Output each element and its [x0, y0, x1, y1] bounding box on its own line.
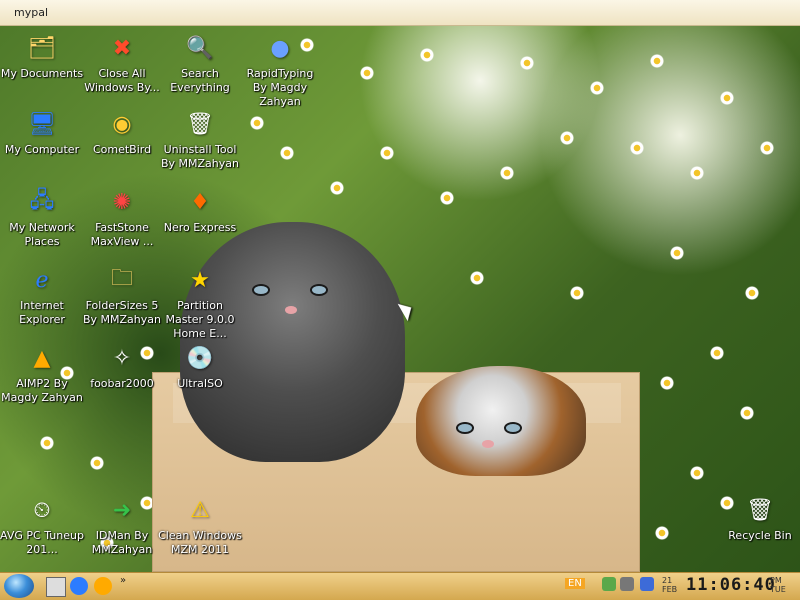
idm-icon: ➜	[112, 497, 132, 523]
search-document-icon: 🔍	[186, 35, 214, 61]
clock-date: 21 FEB	[662, 576, 677, 594]
clock-ampm-label: PM	[770, 576, 782, 585]
network-icon: 🖧	[29, 188, 55, 213]
desktop-icon-ultraiso[interactable]: 💿 UltraISO	[158, 340, 242, 391]
nero-icon: ♦	[190, 189, 210, 215]
system-tray-icon-3[interactable]	[640, 577, 654, 591]
desktop-icon-my-documents[interactable]: 🗂 My Documents	[0, 30, 84, 81]
clock-weekday: TUE	[770, 585, 786, 594]
partition-master-icon: ★	[190, 267, 210, 293]
quicklaunch-overflow-chevron[interactable]: »	[120, 575, 126, 586]
desktop-icon-avg-pc-tuneup[interactable]: ⏲ AVG PC Tuneup 201...	[0, 492, 84, 557]
desktop-icon-search-everything[interactable]: 🔍 Search Everything	[158, 30, 242, 95]
start-button[interactable]	[4, 574, 34, 598]
window-title: mypal	[14, 6, 49, 19]
trash-bin-icon: 🗑	[186, 111, 214, 137]
desktop-icon-aimp2[interactable]: ▲ AIMP2 By Magdy Zahyan	[0, 340, 84, 405]
desktop-icon-close-all-windows[interactable]: ✖ Close All Windows By...	[80, 30, 164, 95]
clock-day: 21	[662, 576, 673, 585]
desktop-icon-nero-express[interactable]: ♦ Nero Express	[158, 184, 242, 235]
clock-ampm: PM TUE	[770, 576, 786, 594]
clock-month: FEB	[662, 585, 678, 594]
desktop-icon-my-computer[interactable]: 🖥 My Computer	[0, 106, 84, 157]
foobar-icon: ✧	[112, 345, 132, 371]
internet-explorer-taskbar-icon[interactable]	[70, 577, 88, 595]
computer-icon: 🖥	[28, 111, 56, 137]
window-titlebar: mypal	[0, 0, 800, 26]
disc-icon: 💿	[186, 345, 214, 371]
cometbird-icon: ◉	[112, 111, 132, 137]
desktop-icon-cometbird[interactable]: ◉ CometBird	[80, 106, 164, 157]
desktop-icon-my-network-places[interactable]: 🖧 My Network Places	[0, 184, 84, 249]
tuneup-icon: ⏲	[33, 497, 51, 523]
system-tray-icon-1[interactable]	[602, 577, 616, 591]
recycle-bin-icon: 🗑	[746, 497, 774, 523]
warning-triangle-icon: ⚠	[190, 497, 210, 523]
desktop-icon-rapidtyping[interactable]: ● RapidTyping By Magdy Zahyan	[238, 30, 322, 109]
faststone-icon: ✺	[112, 189, 132, 215]
show-desktop-icon[interactable]	[46, 577, 66, 597]
folder-sizes-icon: 🗀	[110, 266, 133, 291]
desktop-icon-uninstall-tool[interactable]: 🗑 Uninstall Tool By MMZahyan	[158, 106, 242, 171]
aimp-taskbar-icon[interactable]	[94, 577, 112, 595]
language-indicator[interactable]: EN	[565, 578, 585, 589]
internet-explorer-icon: ℯ	[35, 267, 49, 293]
desktop-icon-foldersizes[interactable]: 🗀 FolderSizes 5 By MMZahyan	[80, 262, 164, 327]
volume-icon[interactable]	[620, 577, 634, 591]
desktop-icon-partition-master[interactable]: ★ Partition Master 9.0.0 Home E...	[158, 262, 242, 341]
clock-time[interactable]: 11:06:40	[686, 575, 776, 595]
desktop-icon-foobar2000[interactable]: ✧ foobar2000	[80, 340, 164, 391]
aimp-icon: ▲	[33, 345, 51, 371]
kitten-calico	[416, 366, 586, 476]
folder-documents-icon: 🗂	[28, 35, 56, 61]
desktop-icon-recycle-bin[interactable]: 🗑 Recycle Bin	[718, 492, 800, 543]
desktop-icon-internet-explorer[interactable]: ℯ Internet Explorer	[0, 262, 84, 327]
rapidtyping-app-icon: ●	[270, 35, 290, 61]
desktop-icon-clean-windows[interactable]: ⚠ Clean Windows MZM 2011	[158, 492, 242, 557]
close-x-icon: ✖	[112, 35, 132, 61]
desktop-icon-idman[interactable]: ➜ IDMan By MMZahyan	[80, 492, 164, 557]
desktop-icon-faststone[interactable]: ✺ FastStone MaxView ...	[80, 184, 164, 249]
